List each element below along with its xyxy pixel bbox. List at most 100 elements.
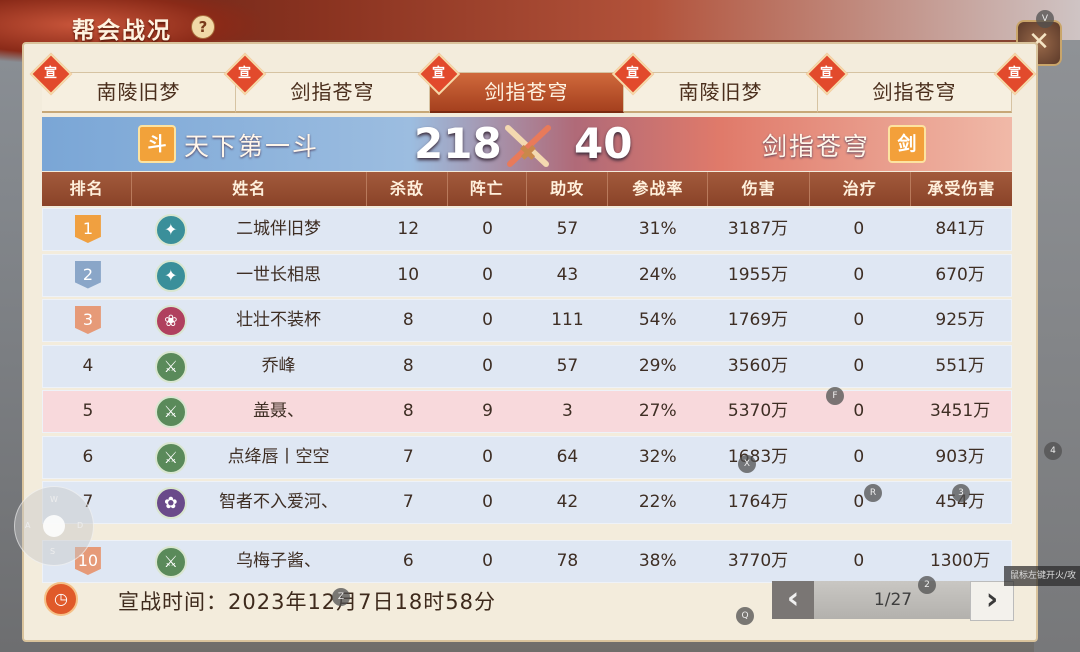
cell-participation: 22% xyxy=(638,492,677,512)
cell-damage-taken: 551万 xyxy=(935,355,985,376)
right-guild-name: 剑指苍穹 xyxy=(762,132,871,161)
cell-kills: 8 xyxy=(402,355,414,376)
cell-participation: 27% xyxy=(638,401,677,421)
joystick-key-s: S xyxy=(50,547,56,556)
joystick-key-d: D xyxy=(77,521,84,530)
table-row[interactable]: 3 ❀ 壮壮不装杯 8 0 111 54% 1769万 0 925万 xyxy=(42,299,1012,342)
tab-label: 南陵旧梦 xyxy=(678,80,763,104)
cell-kills: 8 xyxy=(402,401,414,421)
cell-name: ✿ 智者不入爱河、 xyxy=(133,482,369,523)
joystick-knob[interactable] xyxy=(43,515,65,537)
header-damage-taken: 承受伤害 xyxy=(927,179,996,198)
rank-badge-icon: 2 xyxy=(74,260,101,289)
cell-participation: 32% xyxy=(638,446,677,467)
player-name: 壮壮不装杯 xyxy=(236,310,322,330)
player-name: 盖聂、 xyxy=(253,401,305,421)
tab-label: 南陵旧梦 xyxy=(96,80,181,104)
crossed-swords-icon xyxy=(505,125,551,167)
cell-damage: 3187万 xyxy=(727,219,789,239)
tab-guild-3[interactable]: 宣 剑指苍穹 xyxy=(417,52,624,113)
player-table: 1 ✦ 二城伴旧梦 12 0 57 31% 3187万 0 841万 2 ✦ 一… xyxy=(42,208,1012,586)
cell-name: ❀ 壮壮不装杯 xyxy=(133,300,369,341)
cell-deaths: 0 xyxy=(482,219,493,239)
rank-number: 4 xyxy=(82,355,94,376)
tab-guild-1[interactable]: 宣 南陵旧梦 xyxy=(29,52,236,113)
cell-healing: 0 xyxy=(853,264,865,285)
virtual-joystick[interactable]: W A S D xyxy=(14,486,94,566)
key-hint-x: X xyxy=(738,455,756,473)
header-name: 姓名 xyxy=(132,172,368,206)
left-score: 218 xyxy=(414,119,502,168)
cell-deaths: 9 xyxy=(482,401,493,421)
rank-badge-icon: 3 xyxy=(74,306,101,334)
cell-kills: 6 xyxy=(402,551,414,571)
cell-kills: 7 xyxy=(402,446,414,467)
tab-label: 剑指苍穹 xyxy=(290,80,375,104)
player-name: 一世长相思 xyxy=(236,264,322,285)
rank-badge-icon: 1 xyxy=(74,215,101,243)
teal-class-icon: ✦ xyxy=(154,259,187,292)
rank-number: 6 xyxy=(82,446,94,467)
player-name: 乔峰 xyxy=(261,355,296,376)
cell-assists: 78 xyxy=(556,551,579,571)
cell-participation: 31% xyxy=(638,219,677,239)
table-row[interactable]: 5 ⚔ 盖聂、 8 9 3 27% 5370万 0 3451万 xyxy=(42,390,1012,433)
table-header: 排名 姓名 杀敌 阵亡 助攻 参战率 伤害 治疗 承受伤害 xyxy=(42,172,1012,206)
cell-name: ⚔ 盖聂、 xyxy=(133,391,369,432)
prev-page-button[interactable]: ‹ xyxy=(772,581,814,619)
green-class-icon: ⚔ xyxy=(154,441,187,474)
tab-label: 剑指苍穹 xyxy=(872,80,957,104)
cell-assists: 42 xyxy=(556,492,579,512)
header-kills: 杀敌 xyxy=(367,172,448,206)
right-score: 40 xyxy=(574,119,633,168)
cell-damage: 1769万 xyxy=(727,310,789,330)
cell-damage: 3560万 xyxy=(727,355,789,376)
tab-guild-2[interactable]: 宣 剑指苍穹 xyxy=(223,52,430,113)
pink-class-icon: ❀ xyxy=(154,305,187,337)
tab-guild-5[interactable]: 宣 剑指苍穹 宣 xyxy=(805,52,1037,113)
table-row[interactable]: 4 ⚔ 乔峰 8 0 57 29% 3560万 0 551万 xyxy=(42,344,1012,388)
cell-damage: 1955万 xyxy=(727,264,789,285)
key-hint-f: F xyxy=(826,387,844,405)
cell-damage-taken: 903万 xyxy=(935,446,985,467)
help-icon[interactable]: ? xyxy=(191,15,215,39)
cell-name: ⚔ 点绛唇丨空空 xyxy=(133,437,369,478)
cell-healing: 0 xyxy=(853,551,865,571)
next-page-button[interactable]: › xyxy=(970,581,1014,621)
cell-assists: 111 xyxy=(551,310,584,330)
header-assists: 助攻 xyxy=(527,172,609,206)
cell-damage-taken: 841万 xyxy=(935,219,985,239)
green-class-icon: ⚔ xyxy=(154,396,187,428)
table-row[interactable]: 1 ✦ 二城伴旧梦 12 0 57 31% 3187万 0 841万 xyxy=(42,208,1012,251)
cell-rank: 5 xyxy=(43,391,133,432)
cell-rank: 3 xyxy=(43,300,133,341)
cell-rank: 6 xyxy=(43,437,133,478)
cell-healing: 0 xyxy=(853,492,865,512)
header-participation: 参战率 xyxy=(608,172,709,206)
cell-healing: 0 xyxy=(853,401,865,421)
green-class-icon: ⚔ xyxy=(154,350,187,383)
key-hint-4: 4 xyxy=(1044,442,1062,460)
cell-deaths: 0 xyxy=(482,446,493,467)
fire-tooltip: 鼠标左键开火/攻 xyxy=(1004,566,1080,586)
cell-assists: 3 xyxy=(562,401,573,421)
table-row[interactable]: 2 ✦ 一世长相思 10 0 43 24% 1955万 0 670万 xyxy=(42,253,1012,297)
cell-rank: 2 xyxy=(43,255,133,296)
cell-damage: 3770万 xyxy=(727,551,789,571)
declare-time: 宣战时间：2023年12月7日18时58分 xyxy=(118,590,496,614)
pagination: ‹ 1/27 › xyxy=(772,581,1014,621)
joystick-key-a: A xyxy=(25,521,31,530)
player-name: 二城伴旧梦 xyxy=(236,219,322,239)
cell-assists: 57 xyxy=(556,219,579,239)
cell-healing: 0 xyxy=(853,219,865,239)
tab-guild-4[interactable]: 宣 南陵旧梦 xyxy=(611,52,818,113)
cell-participation: 38% xyxy=(638,551,677,571)
purple-class-icon: ✿ xyxy=(154,487,187,519)
cell-healing: 0 xyxy=(853,310,865,330)
cell-healing: 0 xyxy=(853,355,865,376)
table-row[interactable]: 10 ⚔ 乌梅子酱、 6 0 78 38% 3770万 0 1300万 xyxy=(42,540,1012,583)
cell-name: ⚔ 乌梅子酱、 xyxy=(133,541,369,582)
table-row[interactable]: 6 ⚔ 点绛唇丨空空 7 0 64 32% 1683万 0 903万 xyxy=(42,435,1012,479)
cell-deaths: 0 xyxy=(482,264,493,285)
key-hint-2: 2 xyxy=(918,576,936,594)
